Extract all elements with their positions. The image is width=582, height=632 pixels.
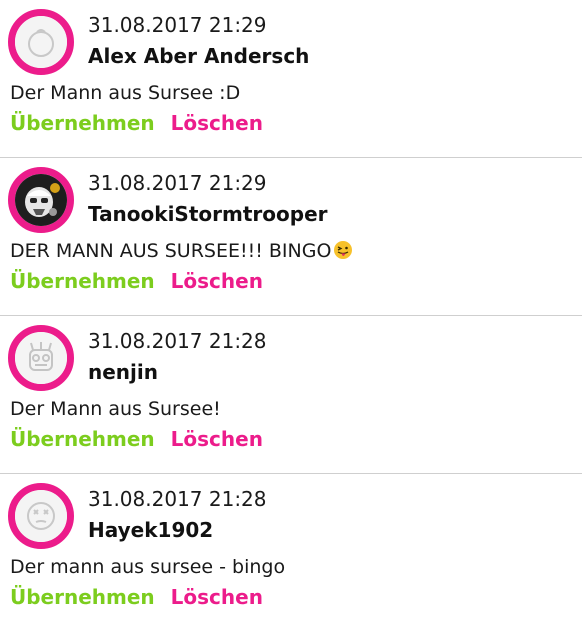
comment-message: Der mann aus sursee - bingo (10, 554, 285, 580)
accept-button[interactable]: Übernehmen (10, 267, 155, 295)
accept-button[interactable]: Übernehmen (10, 583, 155, 611)
delete-button[interactable]: Löschen (171, 267, 263, 295)
default-avatar-icon (15, 16, 67, 68)
comment-username[interactable]: nenjin (88, 358, 158, 386)
comment-username[interactable]: Hayek1902 (88, 516, 213, 544)
comment-username[interactable]: Alex Aber Andersch (88, 42, 309, 70)
tongue-out-emoji-icon (334, 241, 353, 259)
robot-avatar-icon (15, 332, 67, 384)
dizzy-face-avatar-icon (15, 490, 67, 542)
comment-item: 31.08.2017 21:29 Alex Aber Andersch Der … (0, 0, 582, 158)
comment-list: 31.08.2017 21:29 Alex Aber Andersch Der … (0, 0, 582, 632)
avatar[interactable] (8, 325, 74, 391)
comment-item: 31.08.2017 21:29 TanookiStormtrooper DER… (0, 158, 582, 316)
delete-button[interactable]: Löschen (171, 425, 263, 453)
comment-message: Der Mann aus Sursee :D (10, 80, 240, 106)
comment-message-text: Der Mann aus Sursee :D (10, 82, 241, 104)
comment-timestamp: 31.08.2017 21:28 (88, 487, 267, 511)
comment-actions: Übernehmen Löschen (10, 425, 263, 453)
avatar[interactable] (8, 167, 74, 233)
comment-actions: Übernehmen Löschen (10, 267, 263, 295)
comment-message-text: Der Mann aus Sursee! (10, 398, 221, 420)
comment-timestamp: 31.08.2017 21:29 (88, 13, 267, 37)
avatar[interactable] (8, 483, 74, 549)
delete-button[interactable]: Löschen (171, 109, 263, 137)
comment-timestamp: 31.08.2017 21:29 (88, 171, 267, 195)
avatar[interactable] (8, 9, 74, 75)
comment-item: 31.08.2017 21:28 Hayek1902 Der mann aus … (0, 474, 582, 632)
comment-actions: Übernehmen Löschen (10, 583, 263, 611)
accept-button[interactable]: Übernehmen (10, 425, 155, 453)
comment-timestamp: 31.08.2017 21:28 (88, 329, 267, 353)
stormtrooper-avatar-icon (15, 174, 67, 226)
comment-message: Der Mann aus Sursee! (10, 396, 221, 422)
comment-message-text: DER MANN AUS SURSEE!!! BINGO (10, 240, 332, 262)
delete-button[interactable]: Löschen (171, 583, 263, 611)
comment-item: 31.08.2017 21:28 nenjin Der Mann aus Sur… (0, 316, 582, 474)
comment-message: DER MANN AUS SURSEE!!! BINGO (10, 238, 353, 264)
comment-actions: Übernehmen Löschen (10, 109, 263, 137)
accept-button[interactable]: Übernehmen (10, 109, 155, 137)
comment-message-text: Der mann aus sursee - bingo (10, 556, 286, 578)
comment-username[interactable]: TanookiStormtrooper (88, 200, 328, 228)
